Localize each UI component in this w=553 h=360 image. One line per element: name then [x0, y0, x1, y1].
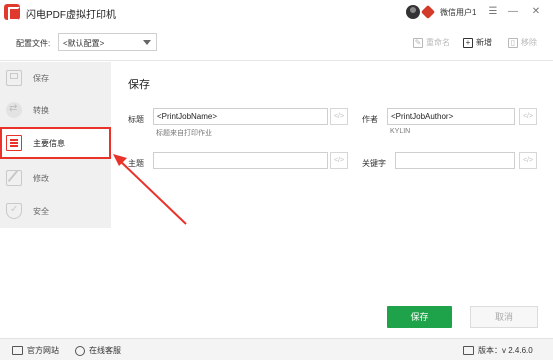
info-list-icon [6, 135, 22, 151]
title-bar: 闪电PDF虚拟打印机 微信用户1 ☰ — ✕ [0, 0, 553, 24]
page-title: 保存 [128, 79, 150, 91]
download-icon [463, 346, 474, 355]
trash-icon: ▯ [508, 37, 518, 48]
title-field[interactable]: <PrintJobName> [153, 108, 328, 125]
save-icon [6, 70, 22, 86]
author-label: 作者 [362, 115, 378, 124]
user-avatar[interactable] [406, 5, 420, 19]
sidebar-item-label: 修改 [33, 174, 49, 183]
author-field-value: <PrintJobAuthor> [391, 112, 454, 121]
official-website-link[interactable]: 官方网站 [12, 345, 59, 356]
title-hint: 标题来自打印作业 [156, 130, 212, 137]
title-macro-button[interactable]: </> [330, 108, 348, 125]
config-label: 配置文件: [16, 39, 51, 48]
title-field-value: <PrintJobName> [157, 112, 218, 121]
sidebar: 保存 转换 主要信息 修改 安全 [0, 62, 111, 228]
shield-icon [6, 203, 22, 219]
author-field[interactable]: <PrintJobAuthor> [387, 108, 515, 125]
config-select-value: <默认配置> [63, 39, 105, 48]
author-hint: KYLIN [390, 128, 411, 135]
app-logo-icon [4, 4, 20, 21]
convert-icon [6, 102, 22, 118]
keywords-label: 关键字 [362, 159, 386, 168]
sidebar-item-main-info[interactable]: 主要信息 [0, 127, 111, 159]
rename-icon: ✎ [413, 37, 423, 48]
minimize-icon[interactable]: — [506, 5, 520, 19]
subject-label: 主题 [128, 159, 144, 168]
config-toolbar: 配置文件: <默认配置> ✎ 重命名 + 新增 ▯ 移除 [0, 24, 553, 61]
title-label: 标题 [128, 115, 144, 124]
keywords-field[interactable] [395, 152, 515, 169]
vip-badge-icon [420, 4, 436, 20]
chevron-down-icon [143, 40, 151, 45]
sidebar-item-edit[interactable]: 修改 [0, 162, 111, 194]
close-icon[interactable]: ✕ [529, 5, 543, 19]
sidebar-item-security[interactable]: 安全 [0, 195, 111, 227]
monitor-icon [12, 346, 23, 355]
subject-macro-button[interactable]: </> [330, 152, 348, 169]
remove-label: 移除 [521, 38, 537, 47]
status-bar: 官方网站 在线客服 版本：v 2.4.6.0 [0, 338, 553, 360]
sidebar-item-save[interactable]: 保存 [0, 62, 111, 94]
version-info[interactable]: 版本：v 2.4.6.0 [463, 345, 533, 356]
menu-icon[interactable]: ☰ [486, 5, 500, 19]
official-website-label: 官方网站 [27, 346, 59, 355]
sidebar-item-label: 主要信息 [33, 139, 65, 148]
author-macro-button[interactable]: </> [519, 108, 537, 125]
rename-label: 重命名 [426, 38, 450, 47]
online-service-label: 在线客服 [89, 346, 121, 355]
sidebar-item-label: 安全 [33, 207, 49, 216]
user-name[interactable]: 微信用户1 [440, 7, 476, 18]
subject-field[interactable] [153, 152, 328, 169]
app-title: 闪电PDF虚拟打印机 [26, 10, 116, 21]
sidebar-item-convert[interactable]: 转换 [0, 94, 111, 126]
cancel-button[interactable]: 取消 [470, 306, 538, 328]
version-label: 版本：v 2.4.6.0 [478, 346, 533, 355]
rename-button[interactable]: ✎ 重命名 [413, 37, 450, 48]
config-select[interactable]: <默认配置> [58, 33, 157, 51]
plus-icon: + [463, 37, 473, 48]
sidebar-item-label: 转换 [33, 106, 49, 115]
add-label: 新增 [476, 38, 492, 47]
remove-button[interactable]: ▯ 移除 [508, 37, 537, 48]
keywords-macro-button[interactable]: </> [519, 152, 537, 169]
annotation-arrow-head [113, 154, 127, 166]
sidebar-item-label: 保存 [33, 74, 49, 83]
save-button[interactable]: 保存 [387, 306, 452, 328]
add-button[interactable]: + 新增 [463, 37, 492, 48]
online-service-link[interactable]: 在线客服 [75, 345, 121, 356]
headset-icon [75, 345, 85, 356]
edit-icon [6, 170, 22, 186]
